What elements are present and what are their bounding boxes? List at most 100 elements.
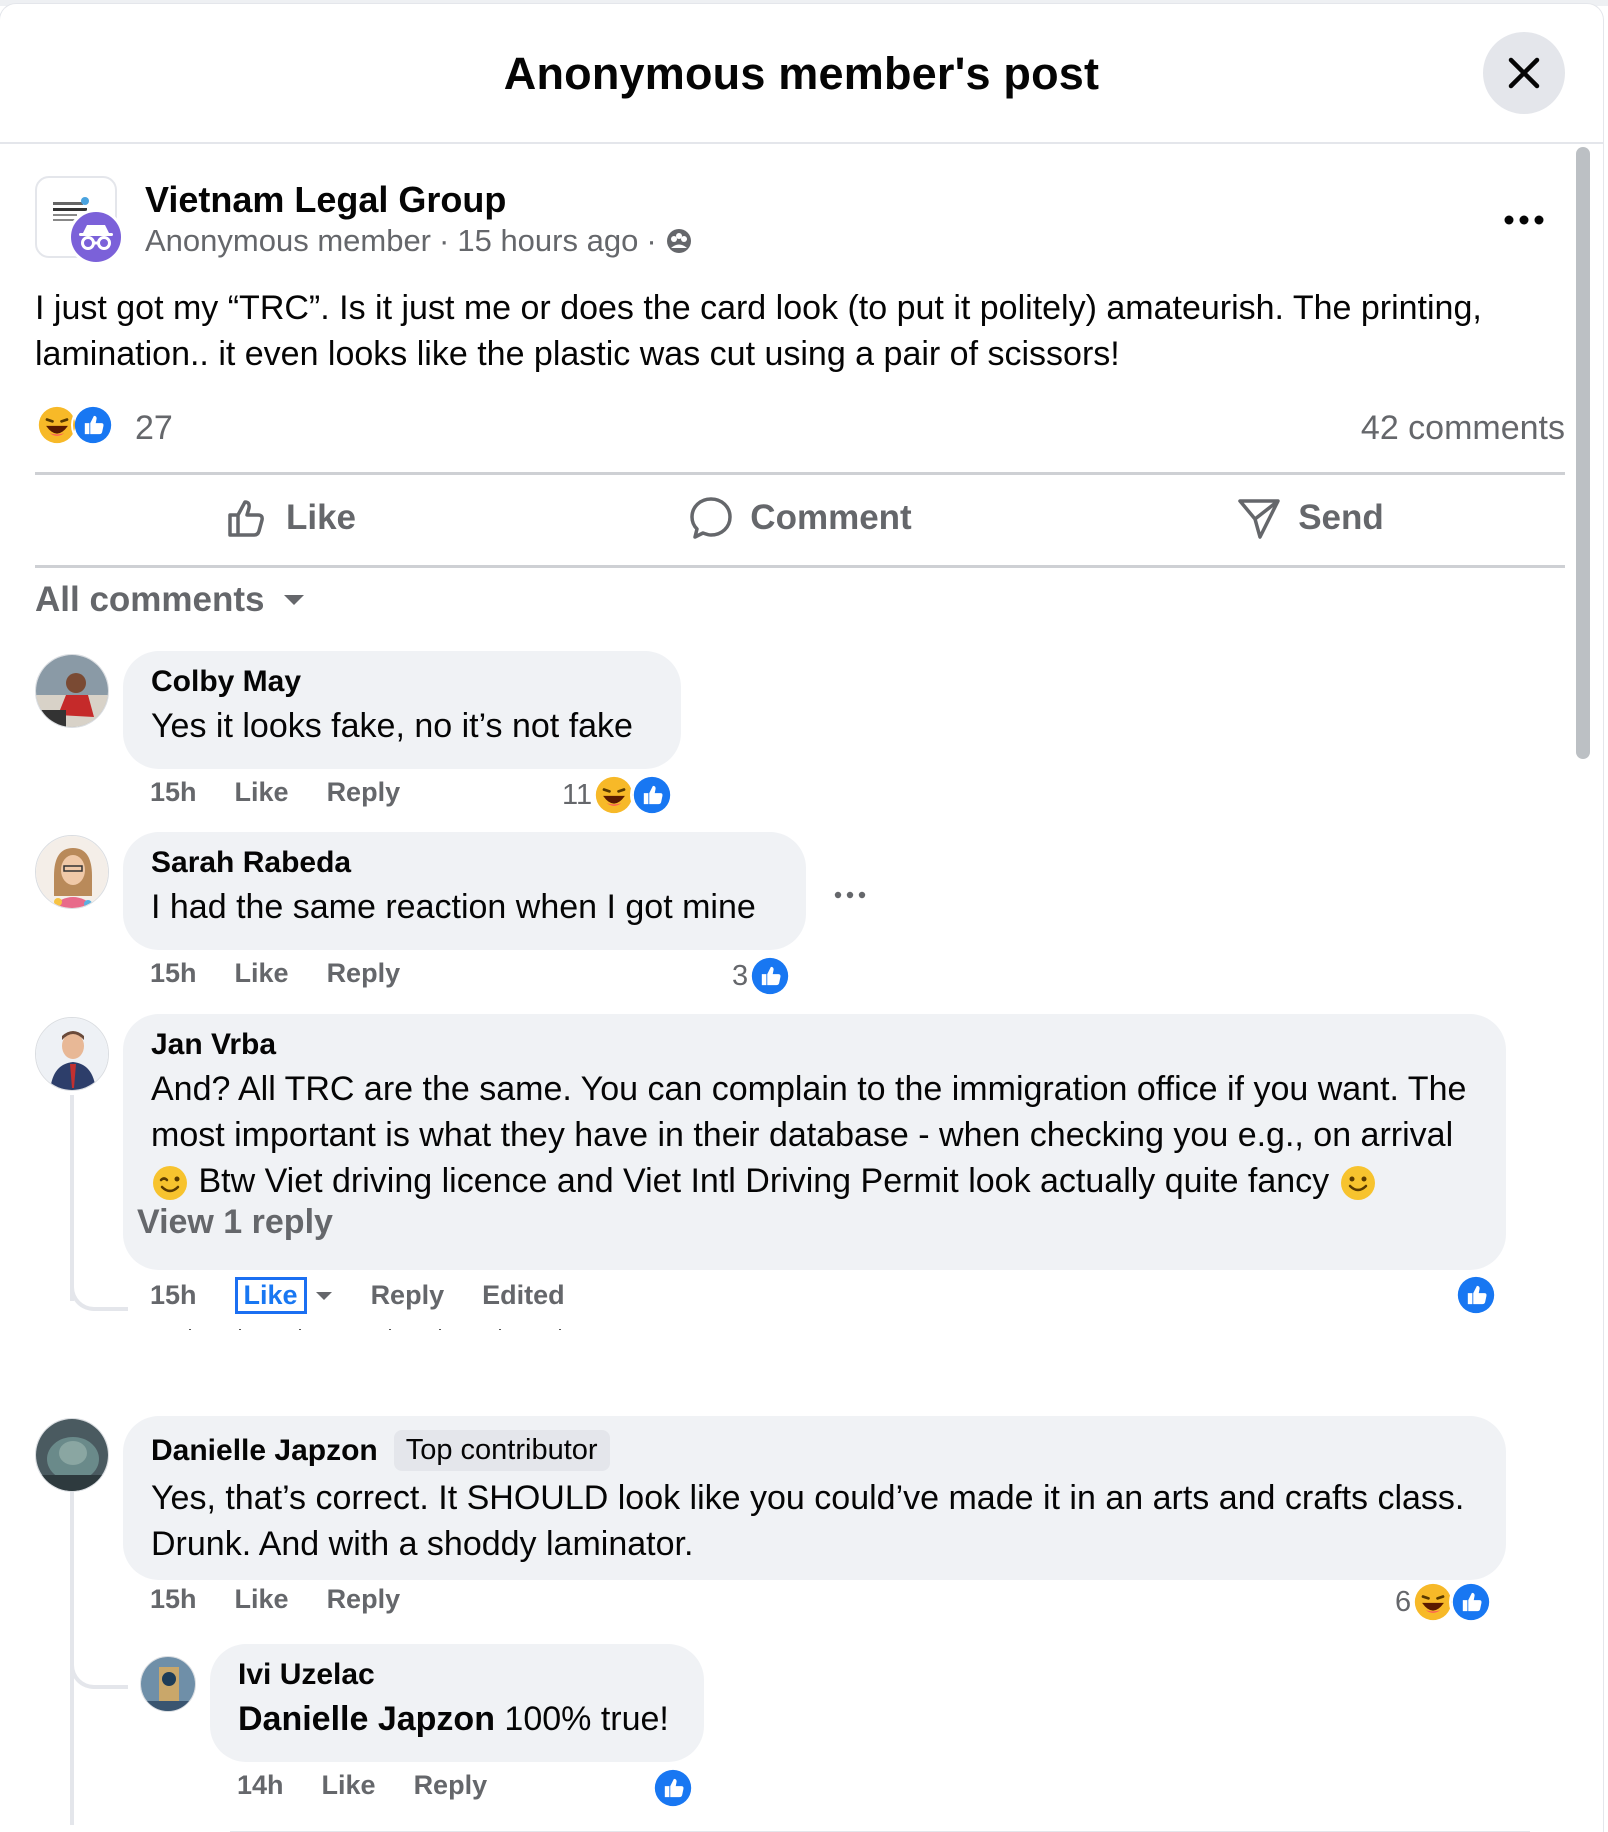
comment-reactions[interactable]: 3	[732, 954, 793, 998]
comment-reply-button[interactable]: Reply	[327, 777, 401, 808]
comment-like-button[interactable]: Like	[322, 1770, 376, 1801]
post-text: I just got my “TRC”. Is it just me or do…	[35, 289, 1482, 373]
send-button[interactable]: Send	[1055, 473, 1565, 563]
like-icon	[228, 500, 264, 537]
comment-actions: 15h Like Reply	[150, 1584, 438, 1615]
comment-text: And? All TRC are the same. You can compl…	[151, 1066, 1478, 1204]
comment-sort-dropdown[interactable]: All comments	[35, 580, 305, 620]
reactions-summary[interactable]: 27 42 comments	[35, 397, 1565, 457]
comment-text-part: Btw Viet driving licence and Viet Intl D…	[198, 1162, 1330, 1200]
comment-reactions[interactable]	[651, 1766, 695, 1810]
post-author: Anonymous member	[145, 223, 432, 258]
comment-like-button[interactable]: Like	[235, 1584, 289, 1615]
like-reaction-icon	[748, 954, 793, 998]
comment-bubble: Danielle Japzon Top contributor Yes, tha…	[123, 1416, 1506, 1580]
comment-reply-button[interactable]: Reply	[327, 1584, 401, 1615]
caret-down-icon	[283, 595, 304, 605]
comment-time[interactable]: 15h	[150, 1584, 197, 1615]
comment-reaction-count: 11	[562, 778, 593, 811]
avatar[interactable]	[35, 1418, 109, 1492]
thread-line	[70, 1475, 74, 1825]
mention-link[interactable]: Danielle Japzon	[238, 1700, 495, 1738]
like-label: Like	[285, 498, 357, 537]
avatar[interactable]	[35, 835, 109, 909]
avatar[interactable]	[35, 654, 109, 728]
thread-line	[70, 1095, 74, 1301]
close-button[interactable]	[1483, 32, 1565, 114]
comment-author[interactable]: Sarah Rabeda	[151, 846, 778, 880]
comment-text: Danielle Japzon 100% true!	[238, 1696, 676, 1742]
like-reaction-icon	[1449, 1580, 1494, 1624]
close-icon	[1508, 57, 1540, 89]
comment-bubble: Colby May Yes it looks fake, no it’s not…	[123, 651, 681, 769]
comment-actions: 15h Like Reply	[150, 777, 438, 808]
caret-down-icon[interactable]	[315, 1290, 333, 1302]
comment-more-button[interactable]	[832, 885, 868, 905]
comment-reply-button[interactable]: Reply	[371, 1280, 445, 1311]
comment-author[interactable]: Danielle Japzon	[151, 1434, 378, 1468]
comment-text-part: 100% true!	[494, 1700, 669, 1738]
reaction-count[interactable]: 27	[135, 409, 173, 448]
scrollbar-thumb[interactable]	[1576, 147, 1590, 759]
comment-bubble: Sarah Rabeda I had the same reaction whe…	[123, 832, 806, 950]
comment-like-button[interactable]: Like	[235, 777, 289, 808]
comment-author[interactable]: Jan Vrba	[151, 1028, 1478, 1062]
group-audience-icon	[666, 229, 691, 253]
comment-actions: 15h Like Reply Edited	[150, 1277, 603, 1314]
comments-count[interactable]: 42 comments	[1361, 409, 1565, 448]
smile-emoji	[1340, 1166, 1375, 1201]
more-icon	[1504, 215, 1544, 225]
view-replies-link[interactable]: View 1 reply	[137, 1203, 333, 1242]
comment-text: I had the same reaction when I got mine	[151, 888, 756, 926]
comment-reply-button[interactable]: Reply	[414, 1770, 488, 1801]
comment-reactions[interactable]	[1454, 1273, 1498, 1317]
avatar[interactable]	[35, 1017, 109, 1091]
comment-icon	[690, 497, 733, 539]
thread-connector	[70, 1665, 128, 1689]
sort-label: All comments	[35, 580, 265, 619]
comment-text-part: And? All TRC are the same. You can compl…	[151, 1070, 1467, 1154]
comment-label: Comment	[750, 498, 912, 537]
comment-time[interactable]: 15h	[150, 958, 197, 989]
comment-bubble: Ivi Uzelac Danielle Japzon 100% true!	[210, 1644, 704, 1762]
anonymous-icon	[68, 209, 124, 265]
comment-button[interactable]: Comment	[545, 473, 1055, 563]
comment-text: Yes, that’s correct. It SHOULD look like…	[151, 1479, 1465, 1563]
post-more-button[interactable]	[1500, 205, 1548, 235]
like-reaction-icon	[1454, 1273, 1498, 1317]
reaction-icons[interactable]	[35, 403, 115, 447]
like-reaction-icon	[630, 773, 675, 817]
like-reaction-icon	[651, 1766, 695, 1810]
group-name[interactable]: Vietnam Legal Group	[145, 179, 506, 221]
comment-time[interactable]: 15h	[150, 777, 197, 808]
post-content: Vietnam Legal Group Anonymous member · 1…	[0, 145, 1570, 1832]
comment-time[interactable]: 15h	[150, 1280, 197, 1311]
comment-actions: 14h Like Reply	[237, 1770, 525, 1801]
modal-title: Anonymous member's post	[503, 48, 1100, 99]
wink-emoji	[153, 1166, 187, 1201]
comment-author[interactable]: Ivi Uzelac	[238, 1658, 676, 1692]
send-icon	[1238, 499, 1280, 539]
scrollbar[interactable]	[1573, 145, 1591, 765]
meta-separator: ·	[646, 223, 657, 258]
like-button[interactable]: Like	[35, 473, 545, 563]
avatar[interactable]	[140, 1656, 196, 1712]
like-reaction-icon	[71, 403, 115, 447]
meta-separator: ·	[439, 223, 450, 258]
comment-author[interactable]: Colby May	[151, 665, 653, 699]
comment-reply-button[interactable]: Reply	[327, 958, 401, 989]
comment-like-button[interactable]: Like	[234, 1277, 307, 1314]
divider	[35, 565, 1565, 568]
comment-edited-label: Edited	[482, 1280, 565, 1310]
post-meta: Anonymous member · 15 hours ago ·	[145, 223, 693, 259]
more-icon	[834, 891, 866, 899]
comment-reactions[interactable]: 11	[562, 773, 675, 817]
modal-header: Anonymous member's post	[0, 4, 1603, 144]
comment-reaction-count: 3	[732, 959, 749, 992]
thread-connector	[70, 1285, 128, 1311]
comment-reactions[interactable]: 6	[1395, 1580, 1494, 1624]
post-time[interactable]: 15 hours ago	[457, 223, 638, 259]
comment-time[interactable]: 14h	[237, 1770, 284, 1801]
comment-like-button[interactable]: Like	[235, 958, 289, 989]
comment-author-row: Danielle Japzon Top contributor	[151, 1430, 1478, 1471]
